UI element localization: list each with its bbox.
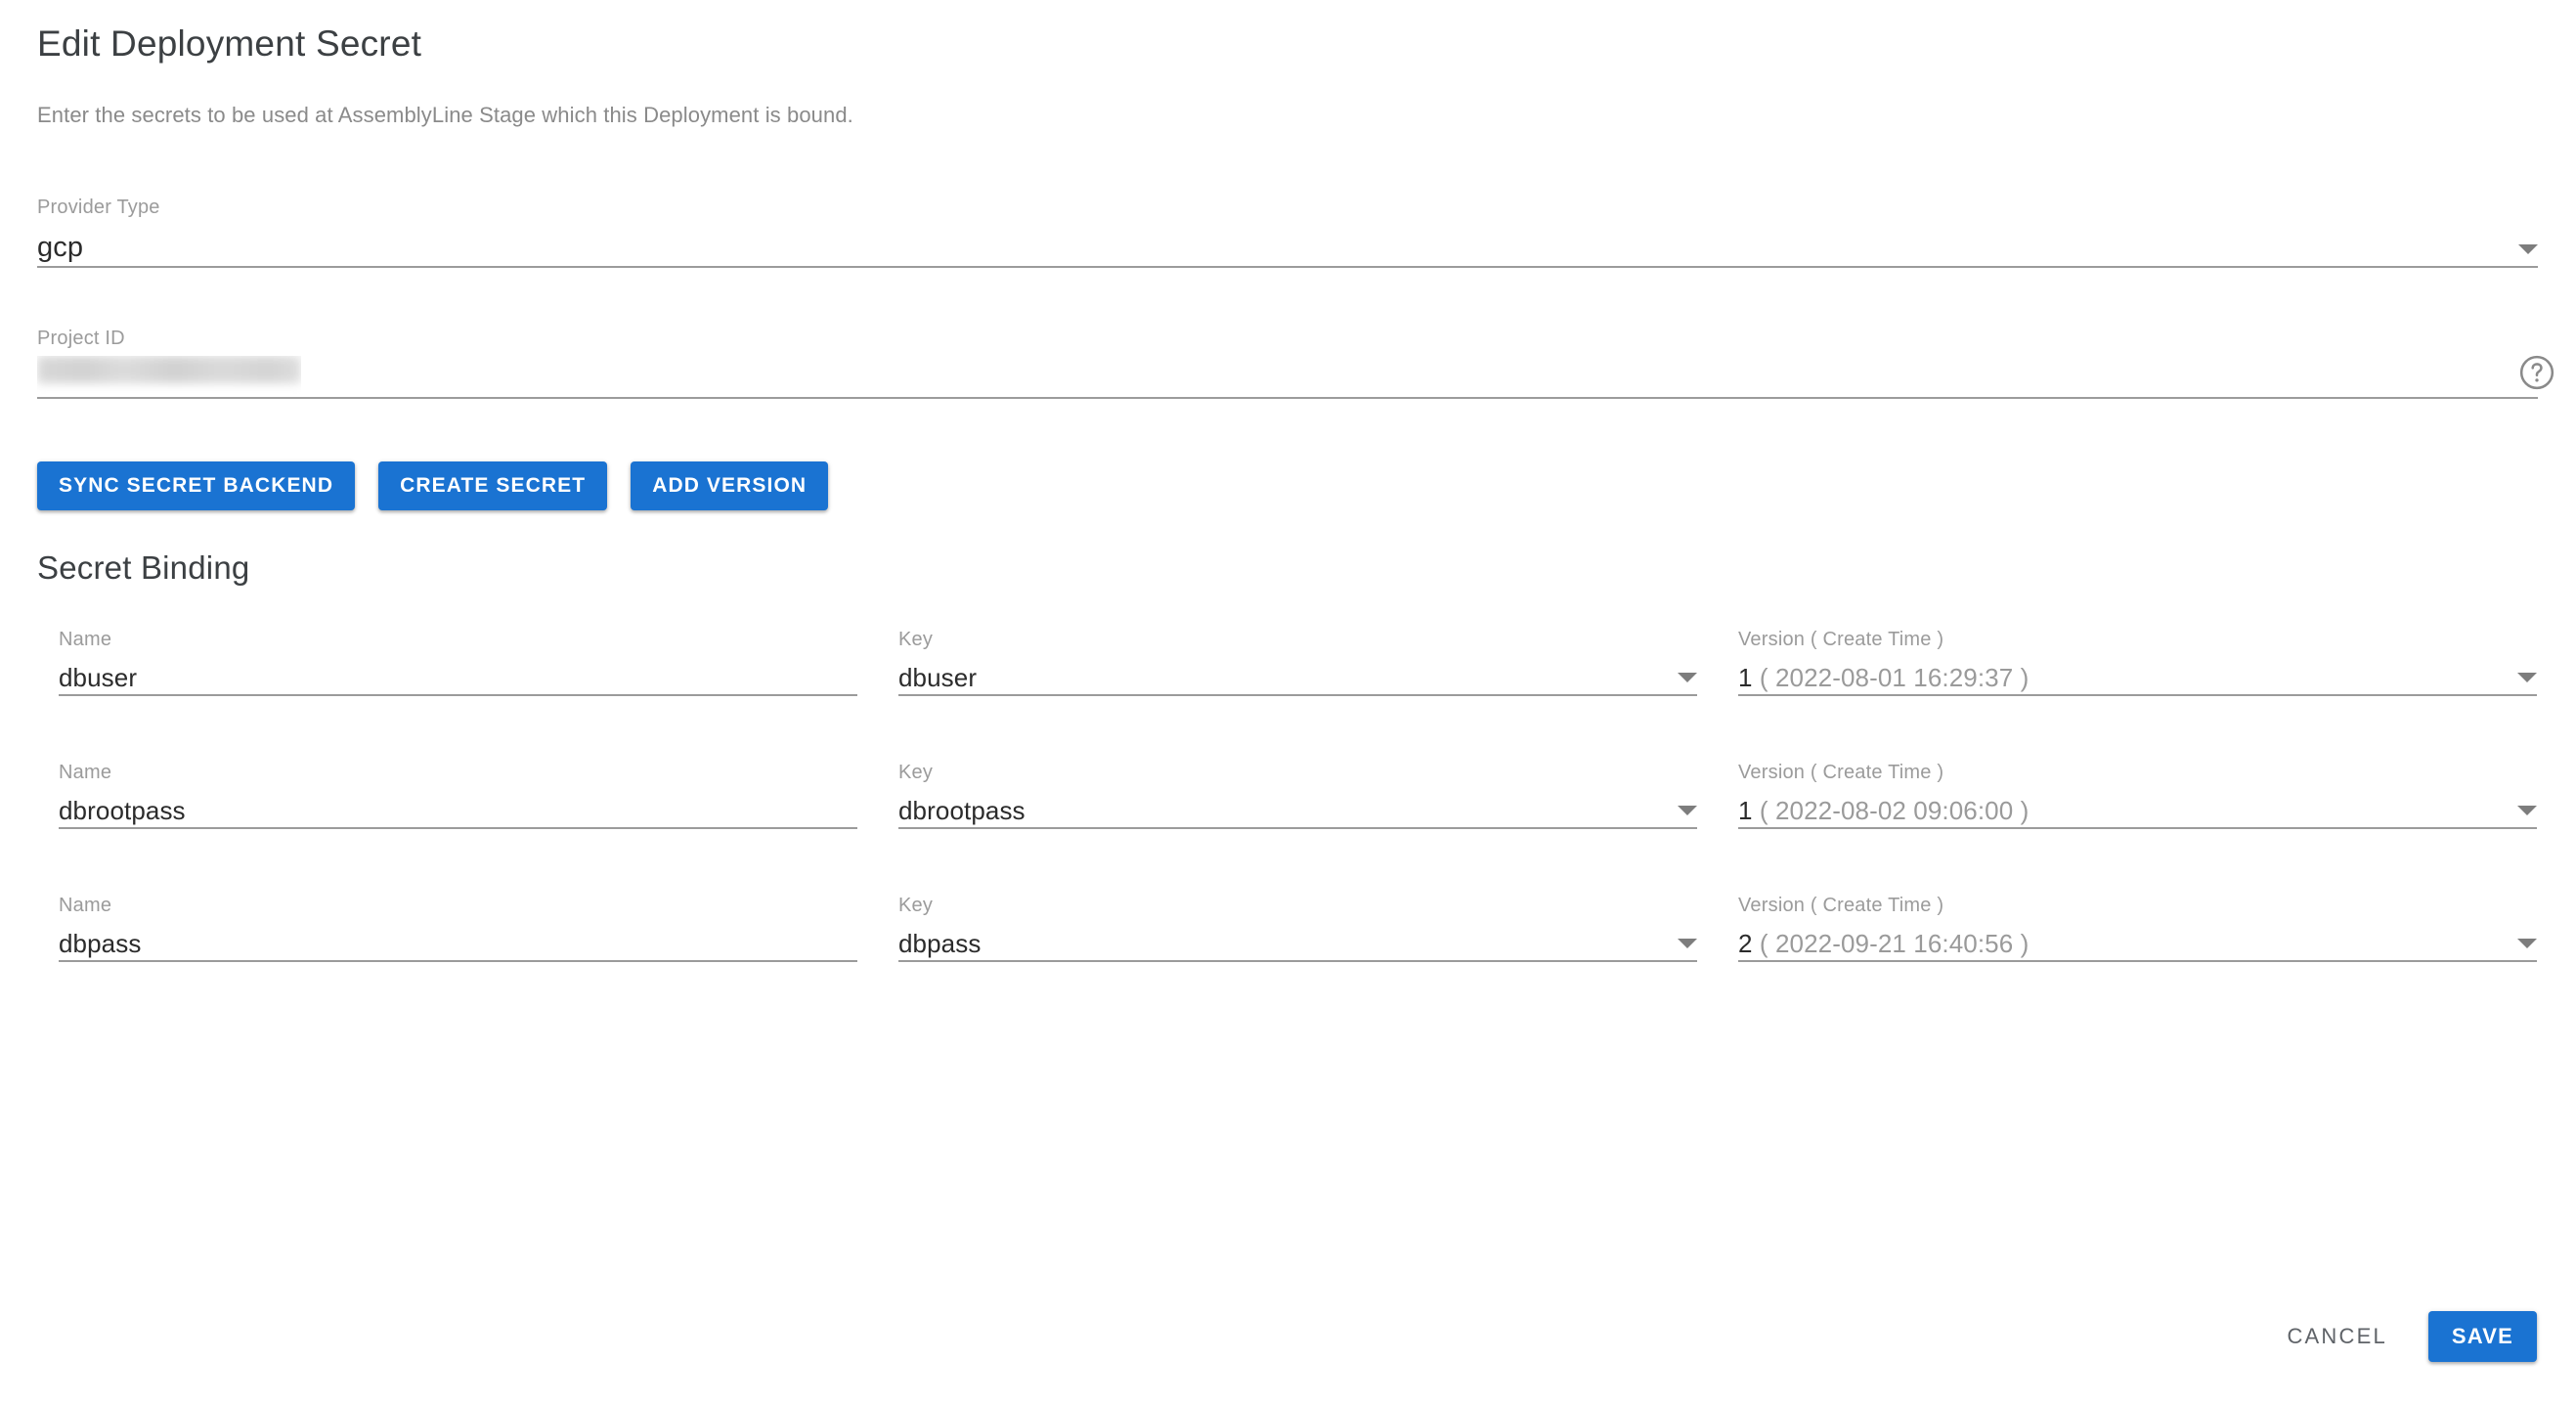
secret-key-value: dbuser bbox=[898, 661, 977, 694]
secret-name-label: Name bbox=[59, 761, 857, 784]
secret-key-select[interactable]: Key dbrootpass bbox=[898, 761, 1697, 831]
secret-version-time: ( 2022-08-02 09:06:00 ) bbox=[1760, 796, 2030, 825]
secret-version-time: ( 2022-08-01 16:29:37 ) bbox=[1760, 663, 2030, 692]
dialog-footer: CANCEL SAVE bbox=[2279, 1311, 2537, 1362]
table-row: Name dbuser Key dbuser Version ( Create … bbox=[37, 628, 2537, 698]
secret-name-value: dbpass bbox=[59, 927, 141, 960]
provider-type-label: Provider Type bbox=[37, 196, 2538, 219]
secret-key-value: dbpass bbox=[898, 927, 981, 960]
chevron-down-icon[interactable] bbox=[2518, 244, 2538, 254]
secret-version-label: Version ( Create Time ) bbox=[1738, 628, 2537, 651]
table-row: Name dbpass Key dbpass Version ( Create … bbox=[37, 894, 2537, 964]
project-id-label: Project ID bbox=[37, 327, 2538, 350]
secret-version-label: Version ( Create Time ) bbox=[1738, 761, 2537, 784]
project-id-row: Project ID bbox=[37, 327, 2538, 401]
secret-key-select[interactable]: Key dbpass bbox=[898, 894, 1697, 964]
secret-name-label: Name bbox=[59, 894, 857, 917]
page-title: Edit Deployment Secret bbox=[37, 0, 2537, 66]
redacted-value bbox=[37, 356, 301, 383]
help-circle-icon[interactable] bbox=[2518, 354, 2555, 391]
project-id-input[interactable]: Project ID bbox=[37, 327, 2538, 401]
create-secret-button[interactable]: CREATE SECRET bbox=[378, 461, 607, 510]
secret-action-buttons: SYNC SECRET BACKEND CREATE SECRET ADD VE… bbox=[37, 461, 2537, 510]
provider-type-select[interactable]: Provider Type gcp bbox=[37, 196, 2538, 270]
secret-version-value: 1 ( 2022-08-01 16:29:37 ) bbox=[1738, 661, 2029, 694]
secret-name-input[interactable]: Name dbrootpass bbox=[59, 761, 857, 831]
secret-version-select[interactable]: Version ( Create Time ) 1 ( 2022-08-01 1… bbox=[1738, 628, 2537, 698]
chevron-down-icon[interactable] bbox=[1678, 806, 1697, 815]
secret-version-number: 2 bbox=[1738, 929, 1753, 958]
chevron-down-icon[interactable] bbox=[2517, 673, 2537, 682]
sync-secret-backend-button[interactable]: SYNC SECRET BACKEND bbox=[37, 461, 355, 510]
secret-key-label: Key bbox=[898, 628, 1697, 651]
chevron-down-icon[interactable] bbox=[2517, 806, 2537, 815]
secret-version-time: ( 2022-09-21 16:40:56 ) bbox=[1760, 929, 2030, 958]
secret-name-input[interactable]: Name dbpass bbox=[59, 894, 857, 964]
chevron-down-icon[interactable] bbox=[2517, 939, 2537, 948]
secret-name-input[interactable]: Name dbuser bbox=[59, 628, 857, 698]
secret-name-value: dbrootpass bbox=[59, 794, 186, 827]
secret-key-label: Key bbox=[898, 894, 1697, 917]
secret-version-value: 1 ( 2022-08-02 09:06:00 ) bbox=[1738, 794, 2029, 827]
secret-version-select[interactable]: Version ( Create Time ) 1 ( 2022-08-02 0… bbox=[1738, 761, 2537, 831]
provider-type-value: gcp bbox=[37, 229, 83, 266]
save-button[interactable]: SAVE bbox=[2428, 1311, 2537, 1362]
secret-version-number: 1 bbox=[1738, 796, 1753, 825]
secret-key-value: dbrootpass bbox=[898, 794, 1026, 827]
add-version-button[interactable]: ADD VERSION bbox=[631, 461, 828, 510]
page-subtitle: Enter the secrets to be used at Assembly… bbox=[37, 66, 2537, 129]
chevron-down-icon[interactable] bbox=[1678, 673, 1697, 682]
project-id-value bbox=[37, 356, 301, 397]
secret-name-label: Name bbox=[59, 628, 857, 651]
secret-binding-list: Name dbuser Key dbuser Version ( Create … bbox=[37, 628, 2537, 964]
secret-version-label: Version ( Create Time ) bbox=[1738, 894, 2537, 917]
secret-key-select[interactable]: Key dbuser bbox=[898, 628, 1697, 698]
secret-name-value: dbuser bbox=[59, 661, 137, 694]
cancel-button[interactable]: CANCEL bbox=[2279, 1314, 2394, 1359]
edit-deployment-secret-dialog: Edit Deployment Secret Enter the secrets… bbox=[0, 0, 2576, 1403]
secret-binding-title: Secret Binding bbox=[37, 510, 2537, 587]
table-row: Name dbrootpass Key dbrootpass Version (… bbox=[37, 761, 2537, 831]
chevron-down-icon[interactable] bbox=[1678, 939, 1697, 948]
secret-version-select[interactable]: Version ( Create Time ) 2 ( 2022-09-21 1… bbox=[1738, 894, 2537, 964]
secret-version-number: 1 bbox=[1738, 663, 1753, 692]
secret-key-label: Key bbox=[898, 761, 1697, 784]
secret-version-value: 2 ( 2022-09-21 16:40:56 ) bbox=[1738, 927, 2029, 960]
